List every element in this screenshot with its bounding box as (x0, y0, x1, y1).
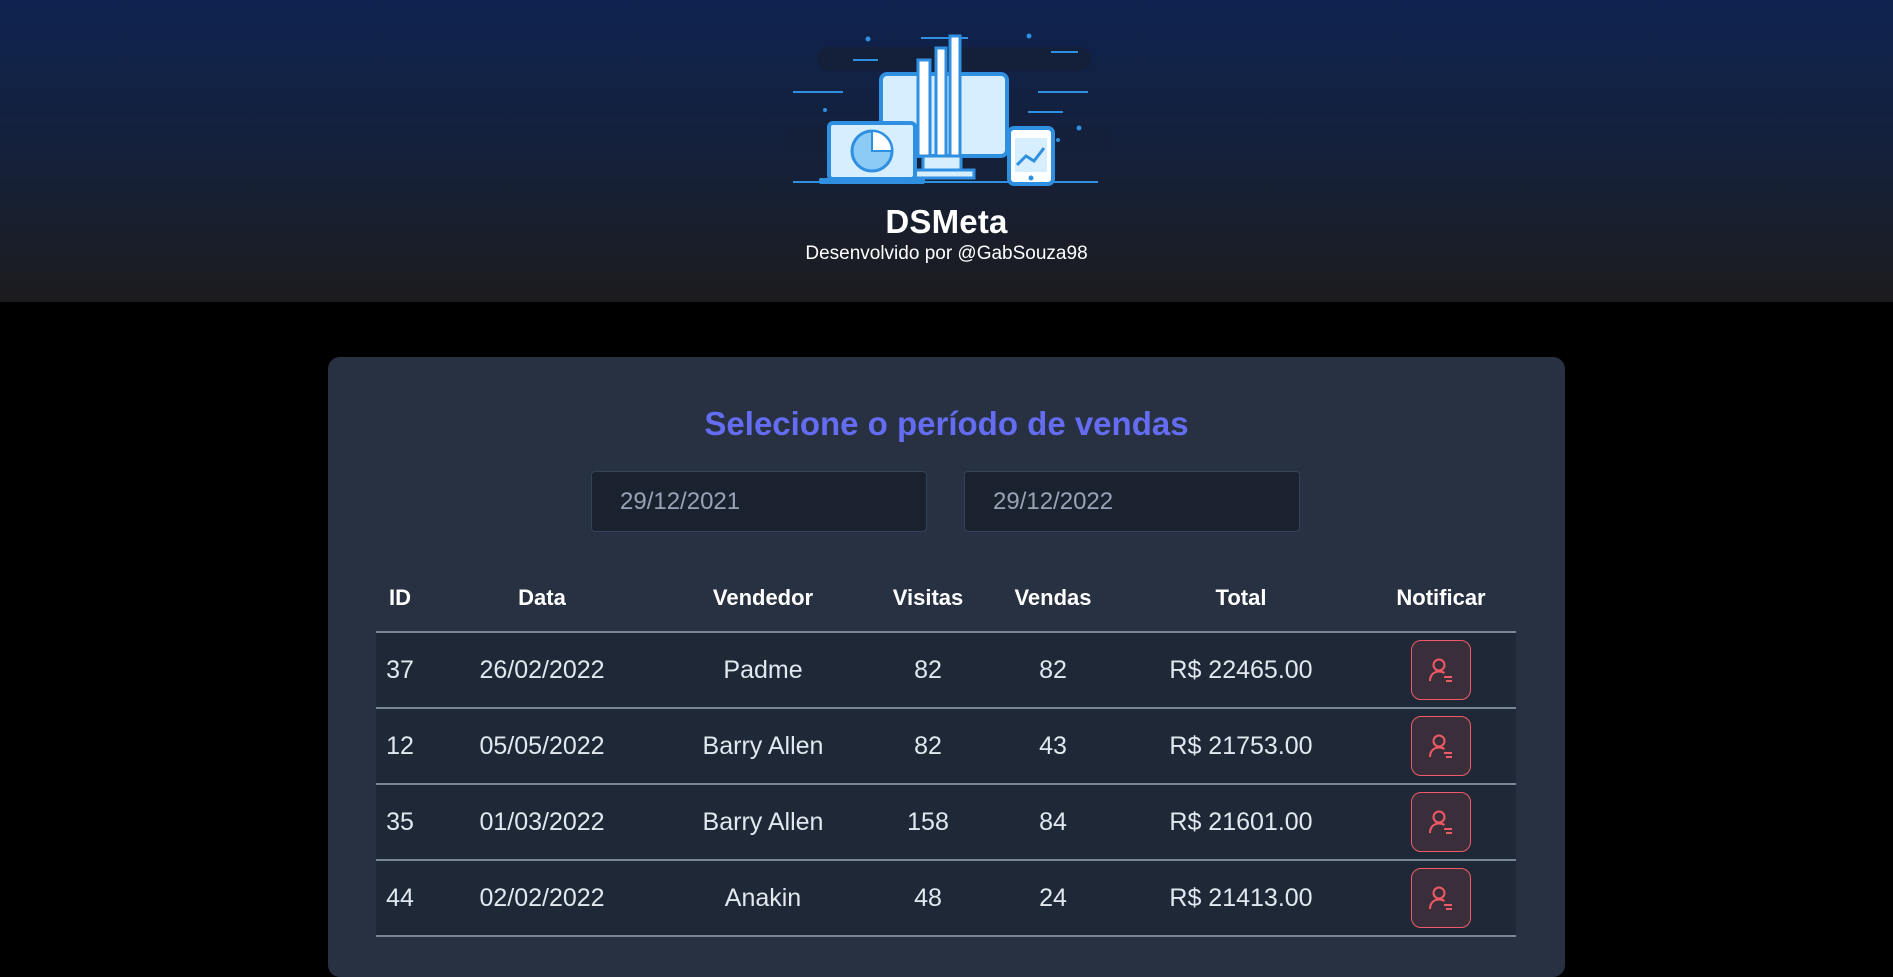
dashboard-devices-icon (783, 33, 1110, 186)
cell-id: 12 (376, 708, 424, 785)
cell-notify (1366, 632, 1516, 709)
cell-total: R$ 21413.00 (1116, 860, 1366, 937)
cell-date: 26/02/2022 (424, 632, 660, 709)
table-row: 12 05/05/2022 Barry Allen 82 43 R$ 21753… (376, 708, 1516, 785)
col-header-deals: Vendas (990, 565, 1116, 633)
table-row: 35 01/03/2022 Barry Allen 158 84 R$ 2160… (376, 784, 1516, 861)
notify-button[interactable] (1411, 640, 1471, 700)
notify-button[interactable] (1411, 792, 1471, 852)
cell-visits: 48 (866, 860, 990, 937)
cell-visits: 158 (866, 784, 990, 861)
cell-date: 05/05/2022 (424, 708, 660, 785)
col-header-total: Total (1116, 565, 1366, 633)
col-header-visits: Visitas (866, 565, 990, 633)
cell-seller: Padme (660, 632, 866, 709)
date-min-input[interactable]: 29/12/2021 (591, 471, 927, 532)
app-header: DSMeta Desenvolvido por @GabSouza98 (0, 0, 1893, 302)
cell-notify (1366, 784, 1516, 861)
user-notify-icon (1429, 886, 1452, 910)
col-header-id: ID (376, 565, 424, 633)
cell-deals: 43 (990, 708, 1116, 785)
cell-id: 35 (376, 784, 424, 861)
col-header-seller: Vendedor (660, 565, 866, 633)
cell-id: 37 (376, 632, 424, 709)
col-header-date: Data (424, 565, 660, 633)
table-row: 37 26/02/2022 Padme 82 82 R$ 22465.00 (376, 632, 1516, 709)
cell-total: R$ 22465.00 (1116, 632, 1366, 709)
col-header-notify: Notificar (1366, 565, 1516, 633)
notify-button[interactable] (1411, 716, 1471, 776)
table-header-row: ID Data Vendedor Visitas Vendas Total No… (376, 565, 1516, 633)
app-title: DSMeta (885, 203, 1008, 240)
cell-deals: 84 (990, 784, 1116, 861)
cell-notify (1366, 708, 1516, 785)
date-max-input[interactable]: 29/12/2022 (964, 471, 1300, 532)
user-notify-icon (1429, 658, 1452, 682)
user-notify-icon (1429, 734, 1452, 758)
cell-id: 44 (376, 860, 424, 937)
cell-visits: 82 (866, 708, 990, 785)
logo-illustration (783, 30, 1110, 186)
cell-deals: 24 (990, 860, 1116, 937)
cell-visits: 82 (866, 632, 990, 709)
cell-notify (1366, 860, 1516, 937)
cell-total: R$ 21601.00 (1116, 784, 1366, 861)
cell-seller: Barry Allen (660, 784, 866, 861)
cell-date: 02/02/2022 (424, 860, 660, 937)
sales-table: ID Data Vendedor Visitas Vendas Total No… (376, 565, 1516, 937)
cell-total: R$ 21753.00 (1116, 708, 1366, 785)
cell-seller: Anakin (660, 860, 866, 937)
table-row: 44 02/02/2022 Anakin 48 24 R$ 21413.00 (376, 860, 1516, 937)
user-notify-icon (1429, 810, 1452, 834)
app-subtitle: Desenvolvido por @GabSouza98 (805, 243, 1088, 264)
cell-deals: 82 (990, 632, 1116, 709)
cell-date: 01/03/2022 (424, 784, 660, 861)
notify-button[interactable] (1411, 868, 1471, 928)
sales-card-title: Selecione o período de vendas (704, 405, 1189, 442)
cell-seller: Barry Allen (660, 708, 866, 785)
